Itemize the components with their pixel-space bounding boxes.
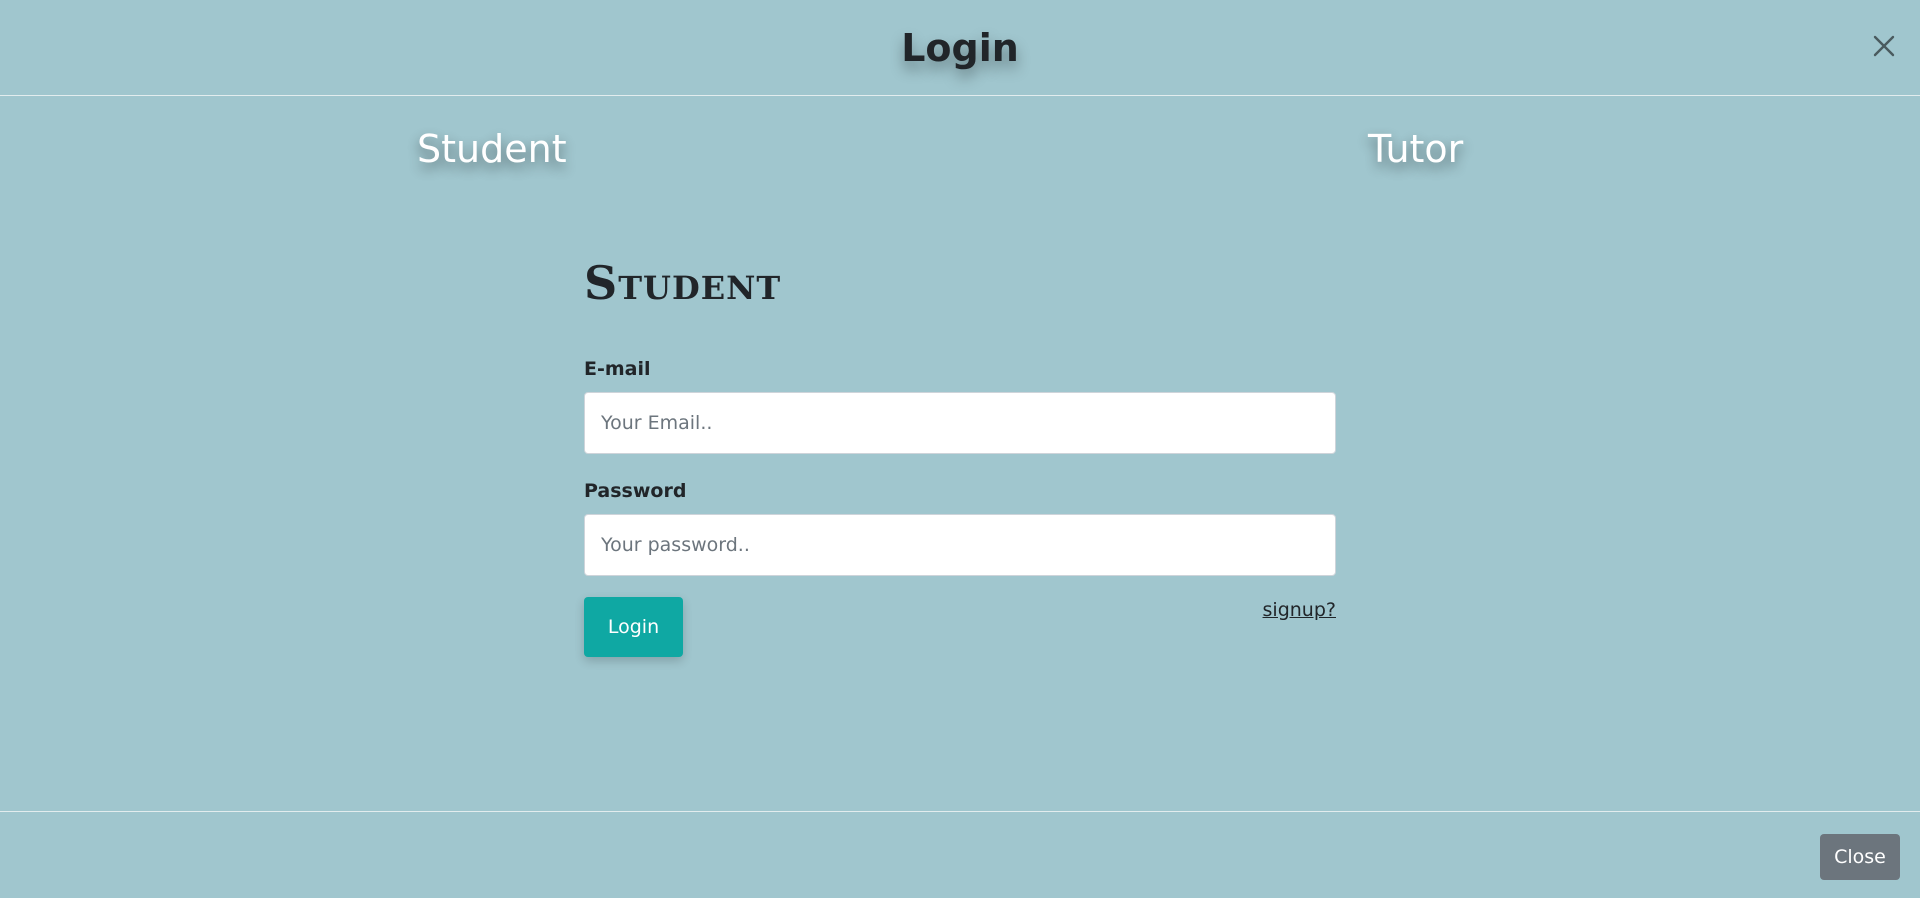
login-button[interactable]: Login — [584, 597, 683, 657]
login-modal: Login Student Tutor Student E-mail Passw… — [0, 0, 1920, 898]
tab-tutor[interactable]: Tutor — [1368, 126, 1463, 172]
email-label: E-mail — [584, 358, 651, 380]
password-field[interactable] — [584, 514, 1336, 576]
form-heading: Student — [584, 256, 782, 310]
email-field[interactable] — [584, 392, 1336, 454]
signup-link[interactable]: signup? — [1263, 599, 1336, 621]
tab-student[interactable]: Student — [417, 126, 567, 172]
close-icon[interactable] — [1866, 28, 1902, 64]
student-login-form: Student E-mail Password Login signup? — [584, 250, 1336, 657]
form-actions: Login signup? — [584, 597, 1336, 657]
password-label: Password — [584, 480, 687, 502]
modal-header: Login — [0, 0, 1920, 96]
modal-title: Login — [901, 26, 1019, 70]
close-button[interactable]: Close — [1820, 834, 1900, 880]
modal-footer: Close — [0, 811, 1920, 898]
